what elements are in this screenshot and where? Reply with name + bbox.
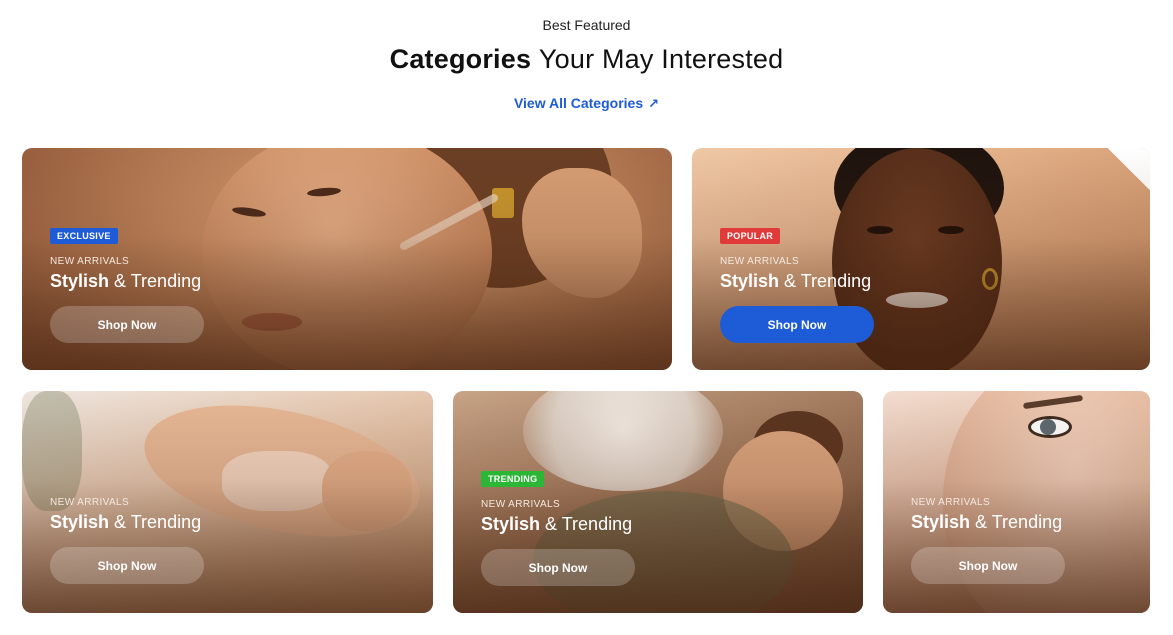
card-kicker: NEW ARRIVALS <box>50 497 130 508</box>
card-heading: Stylish & Trending <box>50 512 202 532</box>
shop-now-button[interactable]: Shop Now <box>481 549 635 586</box>
badge-exclusive: EXCLUSIVE <box>50 228 118 244</box>
section-title: Categories Your May Interested <box>0 44 1173 75</box>
card-kicker: NEW ARRIVALS <box>481 499 561 510</box>
arrow-up-right-icon: ↗ <box>648 96 660 111</box>
card-kicker: NEW ARRIVALS <box>911 497 991 508</box>
view-all-categories-link[interactable]: View All Categories ↗ <box>0 95 1173 112</box>
card-heading: Stylish & Trending <box>911 512 1063 532</box>
shop-now-button[interactable]: Shop Now <box>50 547 204 584</box>
card-content: NEW ARRIVALS Stylish & Trending Shop Now <box>50 497 204 584</box>
category-card-face[interactable]: NEW ARRIVALS Stylish & Trending Shop Now <box>883 391 1150 613</box>
eyebrow-text: Best Featured <box>542 17 631 33</box>
card-heading: Stylish & Trending <box>50 271 202 291</box>
category-card-popular[interactable]: POPULAR NEW ARRIVALS Stylish & Trending … <box>692 148 1150 370</box>
card-kicker: NEW ARRIVALS <box>50 256 130 267</box>
category-card-trending[interactable]: TRENDING NEW ARRIVALS Stylish & Trending… <box>453 391 863 613</box>
view-all-label: View All Categories <box>513 95 644 111</box>
card-content: EXCLUSIVE NEW ARRIVALS Stylish & Trendin… <box>50 226 204 343</box>
title-strong: Categories <box>389 44 532 74</box>
card-heading: Stylish & Trending <box>481 514 633 534</box>
card-heading: Stylish & Trending <box>720 271 872 291</box>
category-card-massage[interactable]: NEW ARRIVALS Stylish & Trending Shop Now <box>22 391 433 613</box>
shop-now-button[interactable]: Shop Now <box>911 547 1065 584</box>
category-card-exclusive[interactable]: EXCLUSIVE NEW ARRIVALS Stylish & Trendin… <box>22 148 672 370</box>
card-content: TRENDING NEW ARRIVALS Stylish & Trending… <box>481 469 635 586</box>
card-content: POPULAR NEW ARRIVALS Stylish & Trending … <box>720 226 874 343</box>
title-rest: Your May Interested <box>538 44 784 74</box>
badge-popular: POPULAR <box>720 228 781 244</box>
card-content: NEW ARRIVALS Stylish & Trending Shop Now <box>911 497 1065 584</box>
shop-now-button[interactable]: Shop Now <box>720 306 874 343</box>
card-kicker: NEW ARRIVALS <box>720 256 800 267</box>
shop-now-button[interactable]: Shop Now <box>50 306 204 343</box>
badge-trending: TRENDING <box>481 471 545 487</box>
